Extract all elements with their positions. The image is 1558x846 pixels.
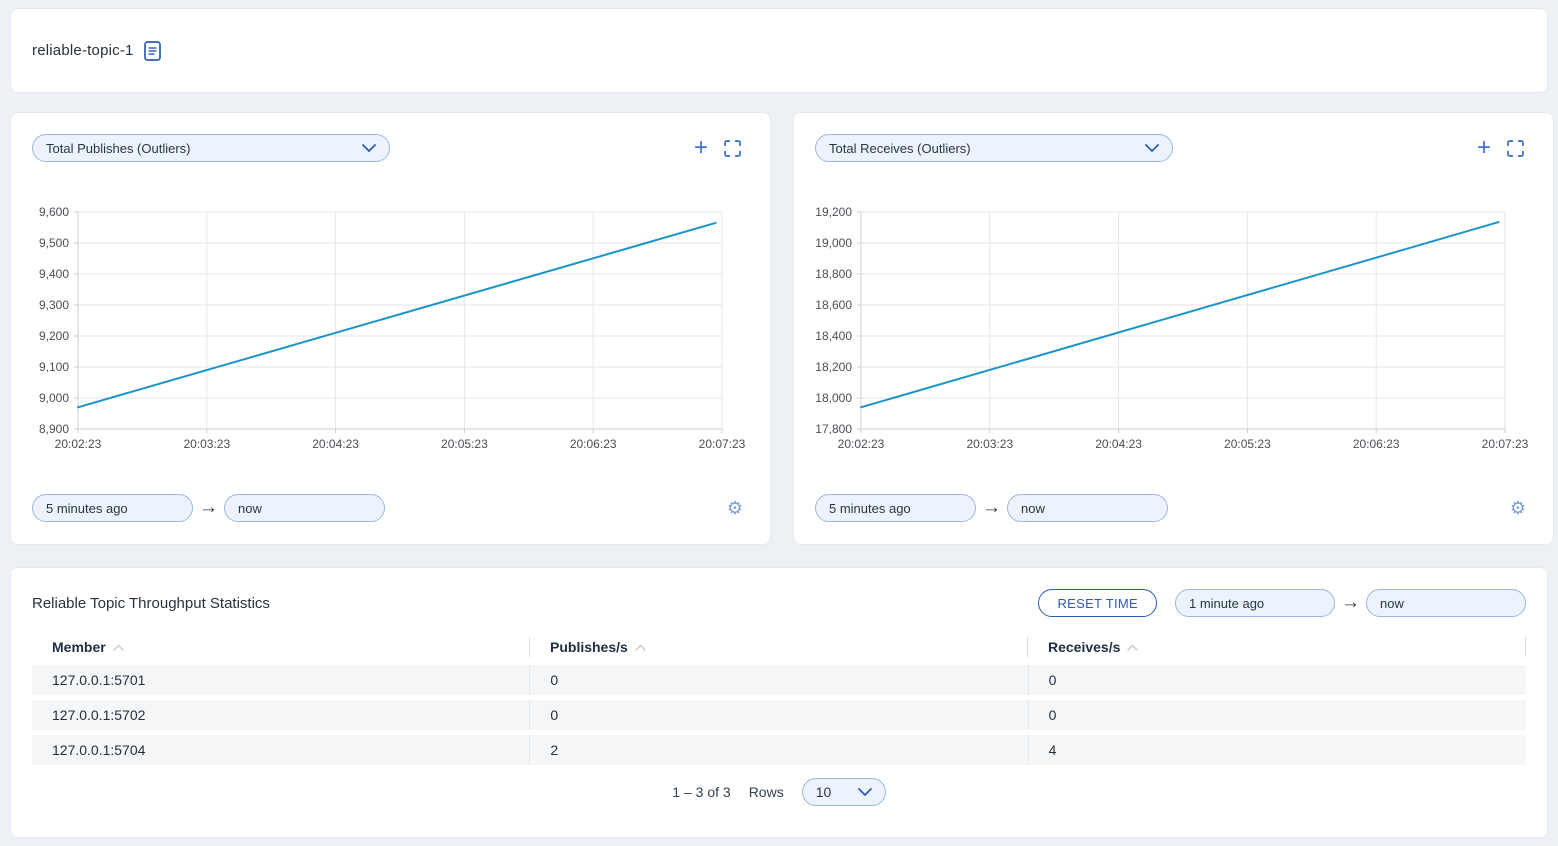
svg-text:20:06:23: 20:06:23: [570, 437, 617, 451]
time-from-value: 5 minutes ago: [829, 501, 911, 516]
cell-receives: 0: [1028, 700, 1526, 730]
chart-card-total-publishes: Total Publishes (Outliers) + 8,900 9,000 9…: [10, 112, 771, 545]
time-from-input[interactable]: 5 minutes ago: [32, 494, 193, 522]
svg-text:18,600: 18,600: [815, 298, 852, 312]
table-time-to-value: now: [1380, 596, 1404, 611]
chevron-down-icon: [1145, 144, 1159, 152]
line-chart-total-publishes: 8,900 9,000 9,100 9,200 9,300 9,400 9,500 9,600…: [32, 204, 749, 456]
svg-text:20:04:23: 20:04:23: [312, 437, 359, 451]
sort-asc-icon[interactable]: [113, 644, 124, 651]
cell-member: 127.0.0.1:5702: [32, 700, 529, 730]
chart-card-total-receives: Total Receives (Outliers) + 17,800 18,000…: [793, 112, 1554, 545]
svg-text:20:07:23: 20:07:23: [1482, 437, 1529, 451]
cell-publishes: 0: [529, 700, 1027, 730]
table-row[interactable]: 127.0.0.1:5702 0 0: [32, 700, 1526, 730]
arrow-right-icon: →: [1341, 592, 1360, 614]
cell-receives: 0: [1028, 665, 1526, 695]
time-to-value: now: [1021, 501, 1045, 516]
svg-text:18,800: 18,800: [815, 267, 852, 281]
metric-select-value: Total Receives (Outliers): [829, 141, 971, 156]
svg-text:9,300: 9,300: [39, 298, 69, 312]
cell-receives: 4: [1028, 735, 1526, 765]
cell-member: 127.0.0.1:5704: [32, 735, 529, 765]
svg-text:20:05:23: 20:05:23: [441, 437, 488, 451]
svg-text:9,600: 9,600: [39, 205, 69, 219]
metric-select-publishes[interactable]: Total Publishes (Outliers): [32, 134, 390, 162]
sort-asc-icon[interactable]: [1127, 644, 1138, 651]
throughput-statistics-card: Reliable Topic Throughput Statistics RES…: [10, 567, 1548, 838]
svg-text:20:05:23: 20:05:23: [1224, 437, 1271, 451]
table-time-from-input[interactable]: 1 minute ago: [1175, 589, 1335, 617]
pagination: 1 – 3 of 3 Rows 10: [32, 778, 1526, 806]
rows-per-page-value: 10: [816, 784, 832, 800]
time-from-value: 5 minutes ago: [46, 501, 128, 516]
rows-per-page-label: Rows: [749, 784, 784, 800]
arrow-right-icon: →: [982, 497, 1001, 519]
column-header-publishes[interactable]: Publishes/s: [529, 637, 1027, 657]
svg-text:18,200: 18,200: [815, 360, 852, 374]
column-header-receives[interactable]: Receives/s: [1027, 637, 1526, 657]
svg-text:9,000: 9,000: [39, 391, 69, 405]
topic-header-card: reliable-topic-1: [10, 8, 1548, 93]
time-to-input[interactable]: now: [1007, 494, 1168, 522]
svg-text:9,200: 9,200: [39, 329, 69, 343]
svg-text:20:07:23: 20:07:23: [699, 437, 746, 451]
table-row[interactable]: 127.0.0.1:5704 2 4: [32, 735, 1526, 765]
add-chart-icon[interactable]: +: [694, 140, 708, 156]
add-chart-icon[interactable]: +: [1477, 140, 1491, 156]
expand-icon[interactable]: [1507, 140, 1524, 157]
table-header-row: Member Publishes/s Receives/s: [32, 634, 1526, 660]
svg-text:20:03:23: 20:03:23: [183, 437, 230, 451]
sort-asc-icon[interactable]: [635, 644, 646, 651]
cell-member: 127.0.0.1:5701: [32, 665, 529, 695]
svg-text:18,400: 18,400: [815, 329, 852, 343]
metric-select-value: Total Publishes (Outliers): [46, 141, 191, 156]
svg-text:20:04:23: 20:04:23: [1095, 437, 1142, 451]
page-title: reliable-topic-1: [32, 42, 134, 59]
svg-text:20:02:23: 20:02:23: [55, 437, 102, 451]
metric-select-receives[interactable]: Total Receives (Outliers): [815, 134, 1173, 162]
svg-text:20:03:23: 20:03:23: [966, 437, 1013, 451]
cell-publishes: 2: [529, 735, 1027, 765]
rows-per-page-select[interactable]: 10: [802, 778, 886, 806]
line-chart-total-receives: 17,800 18,000 18,200 18,400 18,600 18,800 19,0…: [815, 204, 1532, 456]
svg-text:17,800: 17,800: [815, 422, 852, 436]
charts-row: Total Publishes (Outliers) + 8,900 9,000 9…: [10, 112, 1548, 545]
table-time-from-value: 1 minute ago: [1189, 596, 1264, 611]
table-row[interactable]: 127.0.0.1:5701 0 0: [32, 665, 1526, 695]
time-from-input[interactable]: 5 minutes ago: [815, 494, 976, 522]
svg-text:20:02:23: 20:02:23: [838, 437, 885, 451]
svg-text:9,100: 9,100: [39, 360, 69, 374]
expand-icon[interactable]: [724, 140, 741, 157]
document-icon[interactable]: [144, 41, 161, 61]
time-to-input[interactable]: now: [224, 494, 385, 522]
svg-text:9,500: 9,500: [39, 236, 69, 250]
svg-text:20:06:23: 20:06:23: [1353, 437, 1400, 451]
svg-text:8,900: 8,900: [39, 422, 69, 436]
arrow-right-icon: →: [199, 497, 218, 519]
reset-time-button[interactable]: RESET TIME: [1038, 589, 1157, 617]
chevron-down-icon: [362, 144, 376, 152]
svg-text:19,000: 19,000: [815, 236, 852, 250]
cell-publishes: 0: [529, 665, 1027, 695]
table-time-to-input[interactable]: now: [1366, 589, 1526, 617]
svg-text:19,200: 19,200: [815, 205, 852, 219]
chevron-down-icon: [858, 788, 872, 796]
gear-icon[interactable]: ⚙: [1510, 499, 1526, 517]
column-header-member[interactable]: Member: [32, 637, 529, 657]
time-to-value: now: [238, 501, 262, 516]
svg-text:9,400: 9,400: [39, 267, 69, 281]
table-title: Reliable Topic Throughput Statistics: [32, 595, 270, 612]
gear-icon[interactable]: ⚙: [727, 499, 743, 517]
svg-text:18,000: 18,000: [815, 391, 852, 405]
page-range: 1 – 3 of 3: [672, 784, 730, 800]
